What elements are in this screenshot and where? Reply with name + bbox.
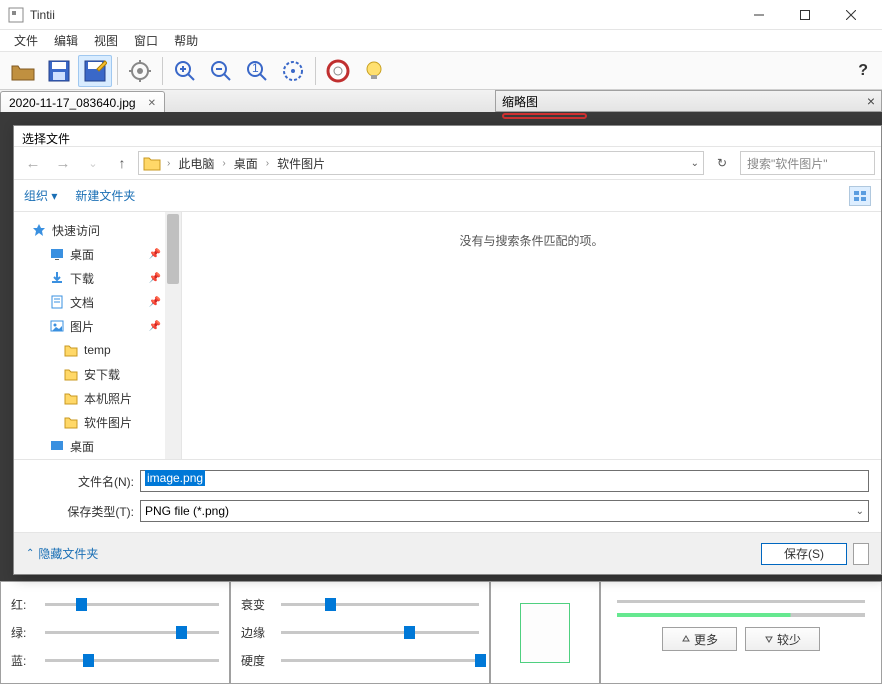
more-button[interactable]: 更多 [662, 627, 737, 651]
nav-up-icon[interactable]: ↑ [110, 151, 134, 175]
maximize-button[interactable] [782, 0, 828, 30]
save-button[interactable]: 保存(S) [761, 543, 847, 565]
pin-icon: 📌 [149, 249, 161, 260]
open-icon[interactable] [6, 55, 40, 87]
menu-edit[interactable]: 编辑 [46, 32, 86, 49]
nav-recent-icon[interactable]: ⌄ [80, 150, 106, 176]
bulb-icon[interactable] [357, 55, 391, 87]
tree-temp[interactable]: temp [14, 338, 181, 362]
hard-label: 硬度 [241, 652, 273, 669]
menu-view[interactable]: 视图 [86, 32, 126, 49]
filename-label: 文件名(N): [26, 473, 140, 490]
folder-icon [143, 154, 161, 172]
dialog-toolbar: 组织 ▾ 新建文件夹 [14, 180, 881, 212]
red-slider[interactable] [45, 603, 219, 606]
menubar: 文件 编辑 视图 窗口 帮助 [0, 30, 882, 52]
search-input[interactable]: 搜索"软件图片" [740, 151, 875, 175]
effect-panel: 衰变 边缘 硬度 [230, 581, 490, 684]
save-dialog: 选择文件 ← → ⌄ ↑ › 此电脑 › 桌面 › 软件图片 ⌄ ↻ 搜索"软件… [13, 125, 882, 575]
pin-icon: 📌 [149, 321, 161, 332]
hard-slider[interactable] [281, 659, 479, 662]
extra-panel: 更多 较少 [600, 581, 882, 684]
save-icon[interactable] [42, 55, 76, 87]
minimize-button[interactable] [736, 0, 782, 30]
new-folder-button[interactable]: 新建文件夹 [75, 187, 135, 204]
toolbar: 1 ? [0, 52, 882, 90]
blue-label: 蓝: [11, 652, 37, 669]
tab-label: 2020-11-17_083640.jpg [9, 96, 136, 110]
view-mode-icon[interactable] [849, 186, 871, 206]
slider-b[interactable] [617, 613, 865, 617]
decay-slider[interactable] [281, 603, 479, 606]
breadcrumb[interactable]: › 此电脑 › 桌面 › 软件图片 ⌄ [138, 151, 704, 175]
crumb-desktop[interactable]: 桌面 [232, 155, 260, 172]
lifebuoy-icon[interactable] [321, 55, 355, 87]
edge-slider[interactable] [281, 631, 479, 634]
panel-close-icon[interactable]: × [867, 93, 875, 109]
blue-slider[interactable] [45, 659, 219, 662]
slider-a[interactable] [617, 600, 865, 603]
window-title: Tintii [30, 8, 736, 22]
refresh-icon[interactable]: ↻ [708, 151, 736, 175]
edge-label: 边缘 [241, 624, 273, 641]
pin-icon: 📌 [149, 273, 161, 284]
help-icon[interactable]: ? [850, 62, 876, 80]
menu-file[interactable]: 文件 [6, 32, 46, 49]
close-button[interactable] [828, 0, 874, 30]
hide-folders-link[interactable]: ⌃ 隐藏文件夹 [26, 545, 98, 562]
zoom-fit-icon[interactable] [276, 55, 310, 87]
annotation-circle [502, 113, 587, 119]
app-icon [8, 7, 24, 23]
titlebar: Tintii [0, 0, 882, 30]
path-dropdown-icon[interactable]: ⌄ [691, 158, 699, 169]
sliders-area: 红: 绿: 蓝: 衰变 边缘 硬度 更多 较少 [0, 581, 882, 684]
less-button[interactable]: 较少 [745, 627, 820, 651]
rgb-panel: 红: 绿: 蓝: [0, 581, 230, 684]
tree-pictures[interactable]: 图片📌 [14, 314, 181, 338]
crumb-pc[interactable]: 此电脑 [176, 155, 216, 172]
menu-window[interactable]: 窗口 [126, 32, 166, 49]
document-tab[interactable]: 2020-11-17_083640.jpg ✕ [0, 91, 165, 114]
folder-tree: 快速访问 桌面📌 下载📌 文档📌 图片📌 temp 安下载 本机照片 软件图片 … [14, 212, 182, 459]
tree-softpics[interactable]: 软件图片 [14, 410, 181, 434]
tree-desktop2[interactable]: 桌面 [14, 434, 181, 458]
zoom-out-icon[interactable] [204, 55, 238, 87]
green-slider[interactable] [45, 631, 219, 634]
thumbnail-panel-header: 缩略图 × [495, 90, 882, 112]
nav-forward-icon[interactable]: → [50, 150, 76, 176]
filetype-combo[interactable]: PNG file (*.png)⌄ [140, 500, 869, 522]
filename-input[interactable]: image.png [140, 470, 869, 492]
filetype-label: 保存类型(T): [26, 503, 140, 520]
tree-documents[interactable]: 文档📌 [14, 290, 181, 314]
settings-icon[interactable] [123, 55, 157, 87]
pin-icon: 📌 [149, 297, 161, 308]
tab-close-icon[interactable]: ✕ [148, 98, 156, 109]
save-as-icon[interactable] [78, 55, 112, 87]
nav-back-icon[interactable]: ← [20, 150, 46, 176]
thumbnail-panel-title: 缩略图 [502, 93, 538, 110]
thumbnail-panel [490, 581, 600, 684]
tree-desktop[interactable]: 桌面📌 [14, 242, 181, 266]
cancel-button-partial[interactable] [853, 543, 869, 565]
tree-downloads[interactable]: 下载📌 [14, 266, 181, 290]
tree-localphotos[interactable]: 本机照片 [14, 386, 181, 410]
green-label: 绿: [11, 624, 37, 641]
tree-andownload[interactable]: 安下载 [14, 362, 181, 386]
organize-button[interactable]: 组织 ▾ [24, 187, 57, 204]
dialog-nav: ← → ⌄ ↑ › 此电脑 › 桌面 › 软件图片 ⌄ ↻ 搜索"软件图片" [14, 146, 881, 180]
tree-scrollbar[interactable] [165, 212, 181, 459]
crumb-folder[interactable]: 软件图片 [275, 155, 327, 172]
zoom-in-icon[interactable] [168, 55, 202, 87]
zoom-actual-icon[interactable]: 1 [240, 55, 274, 87]
svg-text:1: 1 [252, 61, 259, 75]
tree-quick-access[interactable]: 快速访问 [14, 218, 181, 242]
file-list-empty: 没有与搜索条件匹配的项。 [182, 212, 881, 459]
thumbnail-preview[interactable] [520, 603, 570, 663]
dialog-title: 选择文件 [14, 126, 881, 146]
red-label: 红: [11, 596, 37, 613]
decay-label: 衰变 [241, 596, 273, 613]
menu-help[interactable]: 帮助 [166, 32, 206, 49]
